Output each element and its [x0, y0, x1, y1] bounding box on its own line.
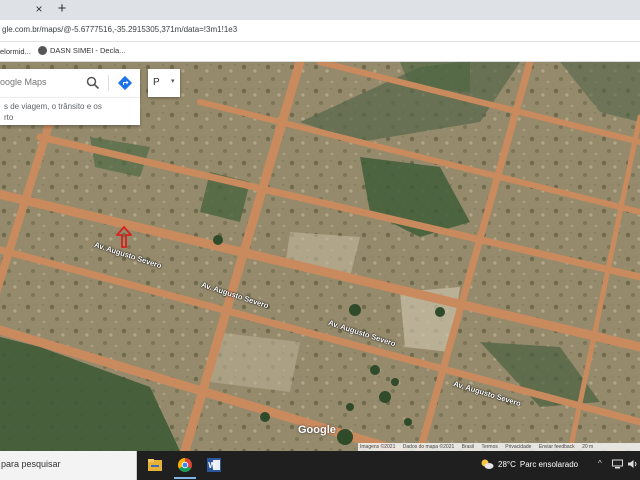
active-app-indicator — [174, 477, 196, 479]
bookmark-item[interactable]: elormid... — [0, 47, 31, 56]
svg-text:W: W — [208, 461, 216, 470]
taskbar-search-box[interactable]: para pesquisar — [0, 451, 137, 480]
new-tab-button[interactable]: + — [54, 1, 70, 17]
tab-strip: × + — [0, 0, 640, 20]
search-suggestion-panel[interactable]: s de viagem, o trânsito e os rto — [0, 97, 140, 125]
screen: { "browser": { "tab_close_glyph": "×", "… — [0, 0, 640, 480]
weather-widget[interactable]: 28°C Parc ensolarado — [480, 458, 578, 470]
search-divider — [108, 75, 109, 91]
attribution-item[interactable]: Privacidade — [505, 444, 531, 450]
weather-text: Parc ensolarado — [519, 459, 579, 469]
chrome-icon[interactable] — [177, 457, 193, 473]
address-bar[interactable]: gle.com.br/maps/@-5.6777516,-35.2915305,… — [0, 20, 640, 42]
suggestion-text: s de viagem, o trânsito e os rto — [4, 102, 102, 122]
search-icon[interactable] — [86, 76, 100, 90]
attribution-item[interactable]: Enviar feedback — [539, 444, 575, 450]
directions-icon[interactable] — [117, 75, 133, 91]
map-attribution: Imagens ©2021 Dados do mapa ©2021 Brasil… — [358, 443, 640, 451]
attribution-item: Dados do mapa ©2021 — [402, 444, 455, 450]
maps-search-box[interactable] — [0, 69, 140, 97]
tab-close-button[interactable]: × — [32, 2, 46, 16]
taskbar-search-text: para pesquisar — [1, 459, 61, 469]
attribution-item[interactable]: Termos — [481, 444, 497, 450]
speaker-icon[interactable] — [627, 459, 638, 469]
word-icon[interactable]: W — [206, 457, 222, 473]
weather-temp: 28°C — [498, 459, 516, 469]
bookmark-label: DASN SIMEI - Decla... — [50, 46, 126, 55]
layer-button-label: P — [153, 77, 162, 88]
map-scale[interactable]: 20 m — [582, 444, 593, 450]
globe-icon — [38, 46, 47, 55]
taskbar: para pesquisar W 28°C Parc ensolarado ^ — [0, 451, 640, 480]
tray-chevron-up-icon[interactable]: ^ — [598, 459, 602, 468]
bookmark-item[interactable]: DASN SIMEI - Decla... — [38, 46, 125, 55]
attribution-item[interactable]: Brasil — [462, 444, 475, 450]
location-arrow-icon — [116, 226, 132, 248]
bookmarks-bar: elormid... DASN SIMEI - Decla... — [0, 42, 640, 62]
google-logo: Google — [298, 424, 336, 436]
attribution-item: Imagens ©2021 — [360, 444, 396, 450]
partly-sunny-icon — [481, 459, 494, 469]
chevron-down-icon: ▾ — [171, 78, 175, 85]
network-icon[interactable] — [612, 459, 623, 469]
file-explorer-icon[interactable] — [147, 457, 163, 473]
layer-toggle-button[interactable]: P ▾ — [148, 69, 180, 97]
search-input[interactable] — [0, 77, 90, 87]
url-text[interactable]: gle.com.br/maps/@-5.6777516,-35.2915305,… — [2, 25, 237, 34]
